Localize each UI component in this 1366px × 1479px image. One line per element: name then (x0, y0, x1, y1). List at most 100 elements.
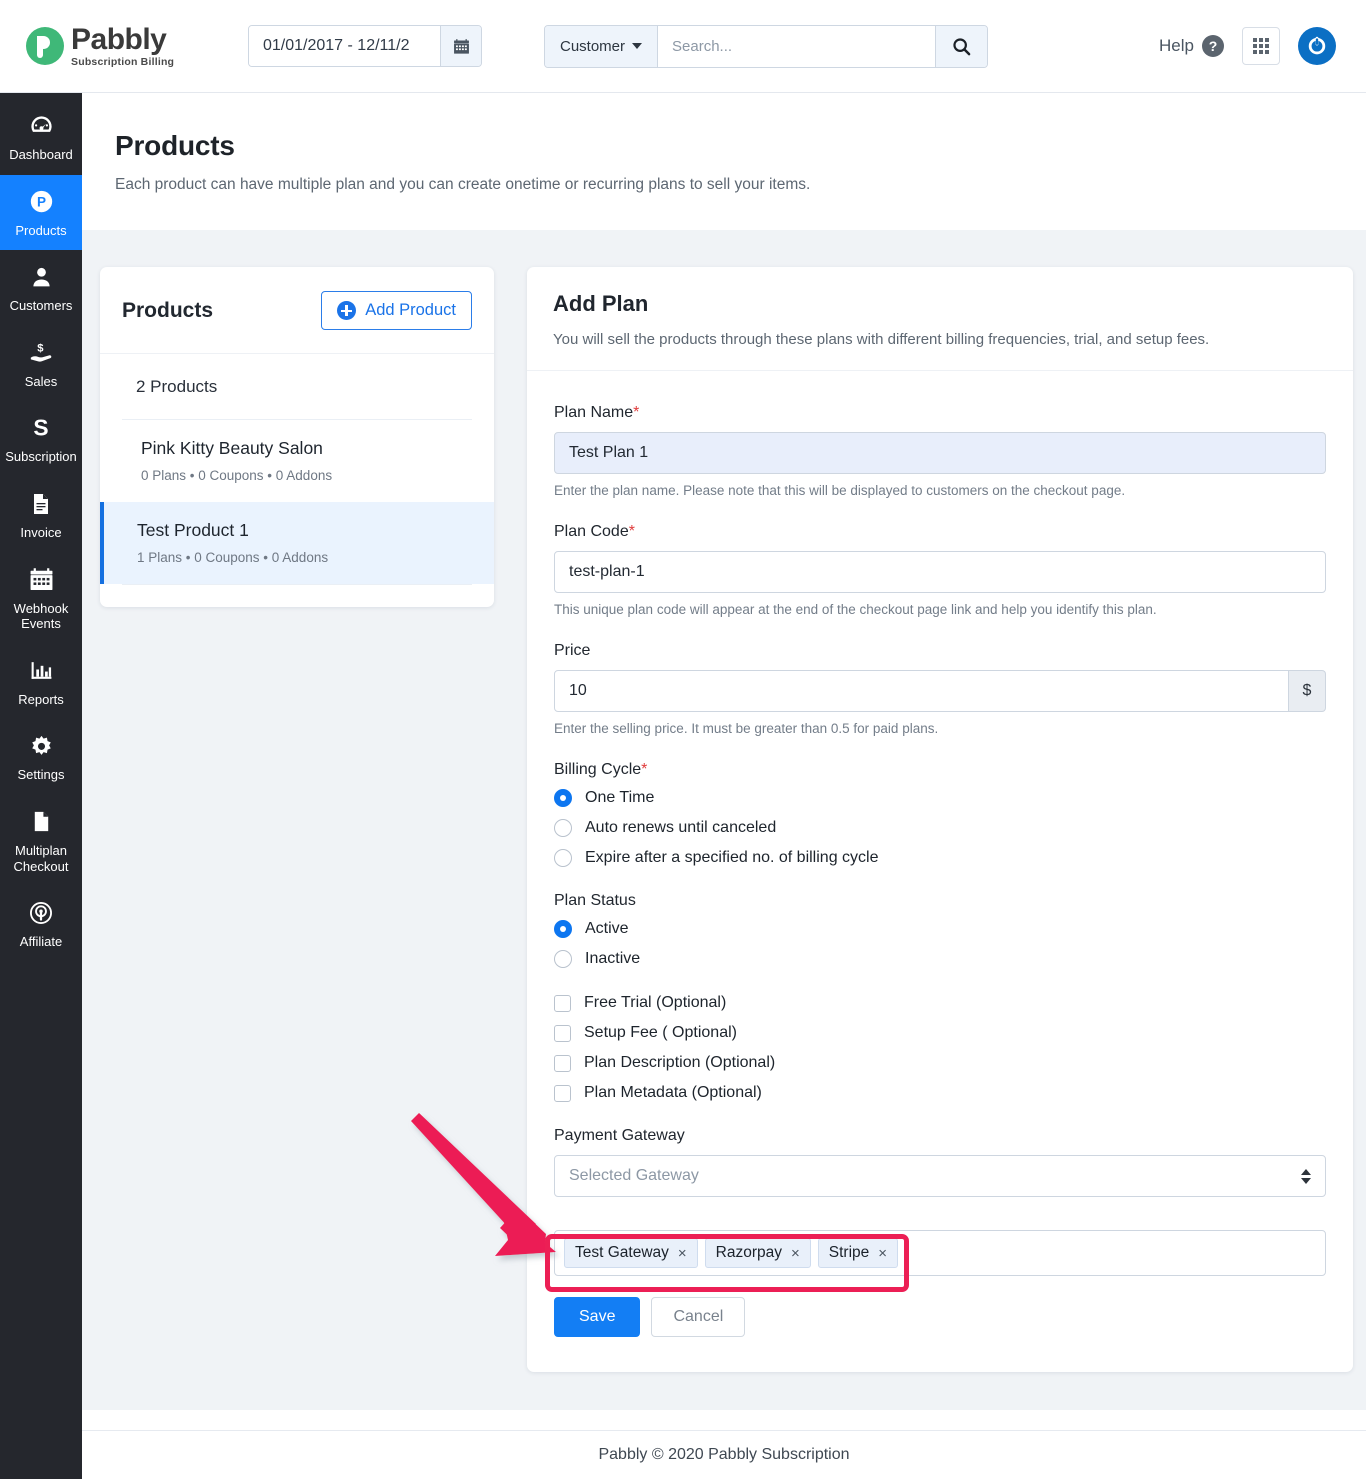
gateway-tag-label: Test Gateway (575, 1244, 669, 1261)
radio-icon-selected[interactable] (554, 789, 572, 807)
footer-text: Pabbly © 2020 Pabbly Subscription (598, 1446, 850, 1463)
logo-subtitle: Subscription Billing (71, 55, 175, 68)
products-count-label: 2 Products (136, 377, 218, 396)
sidebar-item-products[interactable]: P Products (0, 174, 82, 251)
sidebar-item-dashboard[interactable]: Dashboard (0, 99, 82, 175)
sidebar-item-webhook-events[interactable]: Webhook Events (0, 553, 82, 644)
sidebar-item-label: Multiplan Checkout (13, 842, 69, 874)
remove-tag-icon[interactable]: × (791, 1246, 800, 1261)
add-product-button[interactable]: Add Product (321, 291, 472, 330)
calendar-icon[interactable] (440, 26, 481, 66)
top-right-actions: Help ? (1159, 27, 1336, 65)
checkbox-icon[interactable] (554, 1024, 571, 1042)
sidebar-item-affiliate[interactable]: Affiliate (0, 886, 82, 962)
add-plan-title: Add Plan (553, 291, 649, 316)
select-arrows-icon (1301, 1168, 1311, 1184)
plan-name-label: Plan Name* (554, 404, 1326, 422)
radio-auto-renew[interactable]: Auto renews until canceled (554, 819, 1326, 837)
sidebar-item-label: Subscription (5, 449, 77, 465)
sidebar-item-label: Settings (17, 767, 65, 783)
product-list-item[interactable]: Pink Kitty Beauty Salon 0 Plans • 0 Coup… (100, 420, 494, 502)
calendar-icon (29, 566, 54, 594)
user-icon (29, 263, 54, 291)
sidebar-item-multiplan-checkout[interactable]: Multiplan Checkout (0, 795, 82, 886)
products-panel: Products Add Product 2 Products Pink Kit… (100, 267, 494, 607)
add-plan-subtitle: You will sell the products through these… (553, 331, 1210, 348)
checkbox-setup-fee[interactable]: Setup Fee ( Optional) (554, 1024, 1326, 1042)
account-button[interactable] (1298, 27, 1336, 65)
payment-gateway-tags[interactable]: Test Gateway × Razorpay × Stripe × (554, 1230, 1326, 1276)
sidebar-item-label: Affiliate (19, 934, 63, 950)
gateway-tag[interactable]: Razorpay × (704, 1238, 811, 1268)
payment-gateway-label: Payment Gateway (554, 1127, 685, 1144)
plan-name-input[interactable] (554, 432, 1326, 474)
radio-active[interactable]: Active (554, 920, 1326, 938)
app-logo[interactable]: Pabbly Subscription Billing (26, 24, 196, 68)
search-button[interactable] (935, 25, 988, 67)
radio-icon[interactable] (554, 819, 572, 837)
save-button[interactable]: Save (554, 1297, 641, 1337)
checkbox-plan-metadata[interactable]: Plan Metadata (Optional) (554, 1084, 1326, 1102)
plan-status-label: Plan Status (554, 892, 636, 909)
plan-name-hint: Enter the plan name. Please note that th… (554, 483, 1126, 498)
cancel-button[interactable]: Cancel (651, 1297, 746, 1337)
checkbox-icon[interactable] (554, 994, 571, 1012)
svg-text:S: S (33, 415, 48, 441)
plan-code-input[interactable] (554, 551, 1326, 593)
apps-grid-button[interactable] (1242, 27, 1280, 65)
gear-icon (29, 732, 54, 760)
sidebar-item-sales[interactable]: $ Sales (0, 326, 82, 402)
help-link[interactable]: Help ? (1159, 35, 1224, 57)
search-scope-dropdown[interactable]: Customer (545, 25, 659, 67)
remove-tag-icon[interactable]: × (678, 1246, 687, 1261)
sidebar-nav: Dashboard P Products Customers $ Sales S… (0, 93, 82, 1479)
checkbox-plan-description[interactable]: Plan Description (Optional) (554, 1054, 1326, 1072)
billing-cycle-group: Billing Cycle* One Time Auto renews unti… (554, 761, 1326, 867)
date-range-picker[interactable] (248, 25, 482, 67)
radio-icon-selected[interactable] (554, 920, 572, 938)
search-group[interactable]: Customer (544, 24, 989, 68)
checkbox-icon[interactable] (554, 1084, 571, 1102)
search-input[interactable] (658, 25, 936, 67)
remove-tag-icon[interactable]: × (878, 1246, 887, 1261)
checkbox-icon[interactable] (554, 1054, 571, 1072)
hand-money-icon: $ (28, 339, 55, 367)
sidebar-item-customers[interactable]: Customers (0, 250, 82, 326)
price-input[interactable] (554, 670, 1289, 712)
speedometer-icon (28, 112, 55, 140)
payment-gateway-select[interactable]: Selected Gateway (554, 1155, 1326, 1197)
sidebar-item-label: Invoice (20, 524, 62, 540)
gateway-tag[interactable]: Stripe × (817, 1238, 899, 1268)
product-list-item-selected[interactable]: Test Product 1 1 Plans • 0 Coupons • 0 A… (100, 502, 494, 584)
plan-name-label-text: Plan Name (554, 404, 634, 421)
plan-code-hint: This unique plan code will appear at the… (554, 602, 1157, 617)
price-label: Price (554, 642, 591, 659)
billing-cycle-label-text: Billing Cycle (554, 761, 642, 778)
radio-inactive[interactable]: Inactive (554, 950, 1326, 968)
sidebar-item-label: Dashboard (9, 147, 73, 162)
sidebar-item-settings[interactable]: Settings (0, 719, 82, 795)
plan-status-group: Plan Status Active Inactive (554, 892, 1326, 968)
sidebar-item-invoice[interactable]: Invoice (0, 477, 82, 553)
price-group: Price $ Enter the selling price. It must… (554, 642, 1326, 736)
checkbox-free-trial[interactable]: Free Trial (Optional) (554, 994, 1326, 1012)
checkbox-label: Plan Description (Optional) (584, 1054, 776, 1071)
help-label: Help (1159, 36, 1194, 55)
svg-text:$: $ (37, 343, 44, 355)
document-lines-icon (29, 490, 53, 518)
radio-one-time[interactable]: One Time (554, 789, 1326, 807)
radio-icon[interactable] (554, 950, 572, 968)
product-name: Pink Kitty Beauty Salon (141, 438, 323, 458)
gateway-tag[interactable]: Test Gateway × (564, 1238, 698, 1268)
sidebar-item-subscription[interactable]: S Subscription (0, 401, 82, 477)
help-circle-icon: ? (1202, 35, 1224, 57)
radio-icon[interactable] (554, 849, 572, 867)
optional-fields-group: Free Trial (Optional) Setup Fee ( Option… (554, 994, 1326, 1102)
add-plan-panel: Add Plan You will sell the products thro… (527, 267, 1353, 1372)
sidebar-item-reports[interactable]: Reports (0, 644, 82, 720)
plan-code-label: Plan Code* (554, 523, 1326, 541)
date-range-input[interactable] (249, 26, 440, 66)
radio-expire-after[interactable]: Expire after a specified no. of billing … (554, 849, 1326, 867)
add-plan-header: Add Plan You will sell the products thro… (527, 267, 1353, 371)
page-title: Products (115, 130, 235, 161)
